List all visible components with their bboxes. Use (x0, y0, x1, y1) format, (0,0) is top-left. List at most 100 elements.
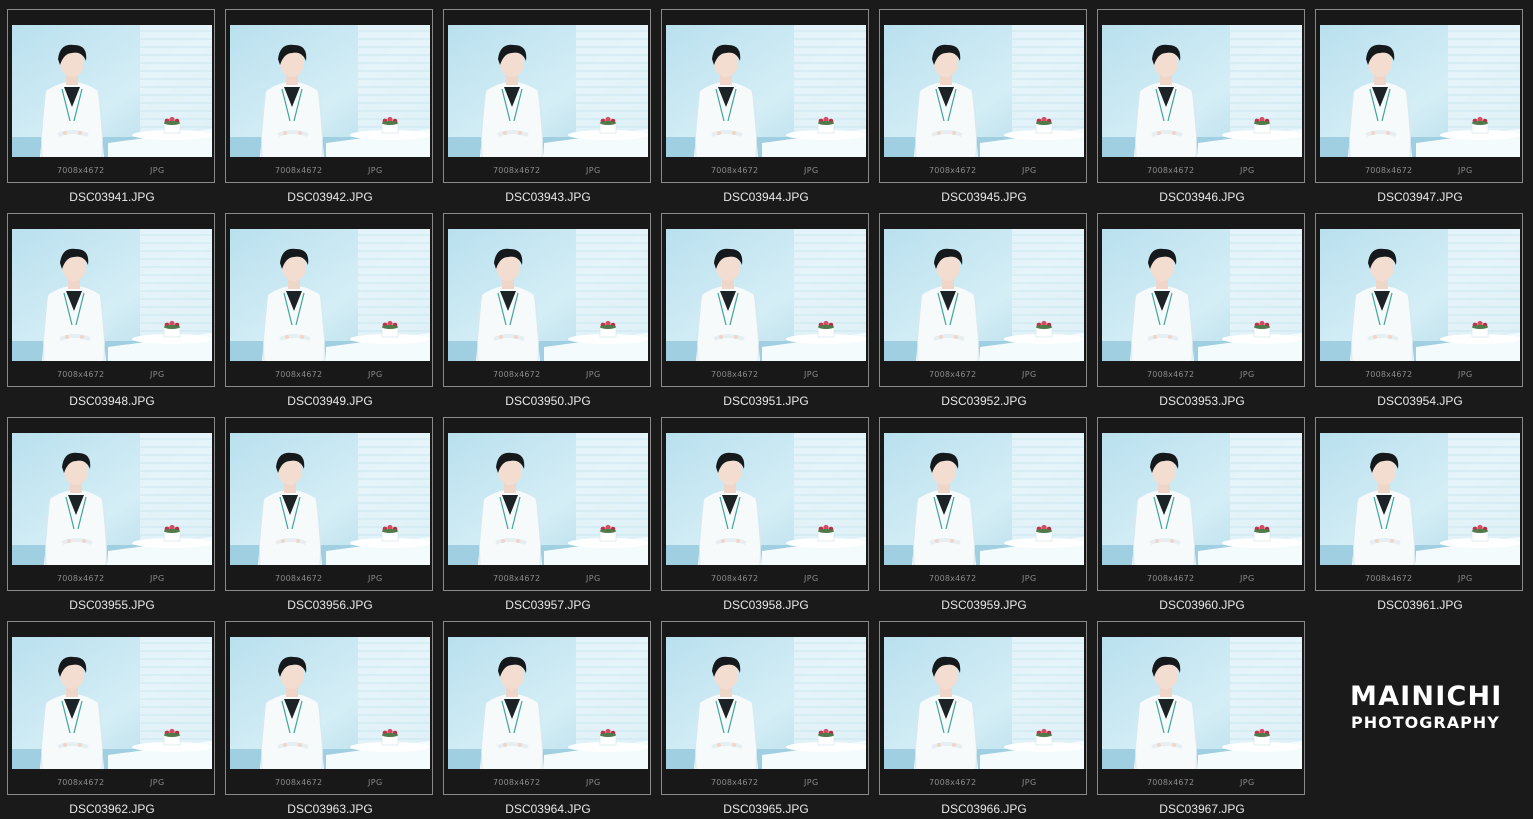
photo-thumbnail[interactable] (1320, 433, 1520, 565)
photo-thumbnail[interactable] (666, 25, 866, 157)
file-name[interactable]: DSC03954.JPG (1315, 394, 1525, 408)
file-name[interactable]: DSC03966.JPG (879, 802, 1089, 816)
file-name[interactable]: DSC03961.JPG (1315, 598, 1525, 612)
photo-thumbnail[interactable] (1102, 433, 1302, 565)
photo-thumbnail[interactable] (884, 25, 1084, 157)
thumbnail-frame[interactable]: 7008x4672 JPG (225, 621, 433, 795)
file-name[interactable]: DSC03963.JPG (225, 802, 435, 816)
file-name[interactable]: DSC03950.JPG (443, 394, 653, 408)
thumbnail-frame[interactable]: 7008x4672 JPG (443, 417, 651, 591)
file-name[interactable]: DSC03959.JPG (879, 598, 1089, 612)
thumbnail-frame[interactable]: 7008x4672 JPG (661, 417, 869, 591)
thumbnail-frame[interactable]: 7008x4672 JPG (225, 9, 433, 183)
file-name[interactable]: DSC03947.JPG (1315, 190, 1525, 204)
thumbnail-frame[interactable]: 7008x4672 JPG (661, 9, 869, 183)
file-thumbnail-item[interactable]: 7008x4672 JPG DSC03959.JPG (872, 408, 1087, 612)
photo-thumbnail[interactable] (12, 229, 212, 361)
thumbnail-frame[interactable]: 7008x4672 JPG (443, 9, 651, 183)
file-thumbnail-item[interactable]: 7008x4672 JPG DSC03943.JPG (436, 0, 651, 204)
file-thumbnail-item[interactable]: 7008x4672 JPG DSC03951.JPG (654, 204, 869, 408)
file-name[interactable]: DSC03942.JPG (225, 190, 435, 204)
thumbnail-frame[interactable]: 7008x4672 JPG (443, 621, 651, 795)
thumbnail-frame[interactable]: 7008x4672 JPG (7, 213, 215, 387)
file-name[interactable]: DSC03960.JPG (1097, 598, 1307, 612)
photo-thumbnail[interactable] (448, 433, 648, 565)
file-thumbnail-item[interactable]: 7008x4672 JPG DSC03966.JPG (872, 612, 1087, 816)
file-name[interactable]: DSC03965.JPG (661, 802, 871, 816)
file-thumbnail-item[interactable]: 7008x4672 JPG DSC03956.JPG (218, 408, 433, 612)
thumbnail-frame[interactable]: 7008x4672 JPG (879, 621, 1087, 795)
photo-thumbnail[interactable] (666, 229, 866, 361)
file-thumbnail-item[interactable]: 7008x4672 JPG DSC03952.JPG (872, 204, 1087, 408)
photo-thumbnail[interactable] (884, 229, 1084, 361)
thumbnail-frame[interactable]: 7008x4672 JPG (225, 417, 433, 591)
file-thumbnail-item[interactable]: 7008x4672 JPG DSC03954.JPG (1308, 204, 1523, 408)
file-thumbnail-item[interactable]: 7008x4672 JPG DSC03958.JPG (654, 408, 869, 612)
photo-thumbnail[interactable] (230, 25, 430, 157)
file-thumbnail-item[interactable]: 7008x4672 JPG DSC03946.JPG (1090, 0, 1305, 204)
file-name[interactable]: DSC03951.JPG (661, 394, 871, 408)
thumbnail-frame[interactable]: 7008x4672 JPG (661, 213, 869, 387)
photo-thumbnail[interactable] (1102, 637, 1302, 769)
file-name[interactable]: DSC03955.JPG (7, 598, 217, 612)
photo-thumbnail[interactable] (884, 433, 1084, 565)
thumbnail-frame[interactable]: 7008x4672 JPG (7, 9, 215, 183)
thumbnail-frame[interactable]: 7008x4672 JPG (879, 417, 1087, 591)
photo-thumbnail[interactable] (230, 229, 430, 361)
thumbnail-frame[interactable]: 7008x4672 JPG (1315, 9, 1523, 183)
thumbnail-frame[interactable]: 7008x4672 JPG (879, 9, 1087, 183)
thumbnail-frame[interactable]: 7008x4672 JPG (1097, 417, 1305, 591)
file-thumbnail-item[interactable]: 7008x4672 JPG DSC03964.JPG (436, 612, 651, 816)
file-thumbnail-item[interactable]: 7008x4672 JPG DSC03961.JPG (1308, 408, 1523, 612)
file-name[interactable]: DSC03953.JPG (1097, 394, 1307, 408)
photo-thumbnail[interactable] (12, 637, 212, 769)
file-name[interactable]: DSC03952.JPG (879, 394, 1089, 408)
photo-thumbnail[interactable] (448, 25, 648, 157)
photo-thumbnail[interactable] (1320, 25, 1520, 157)
file-thumbnail-item[interactable]: 7008x4672 JPG DSC03941.JPG (0, 0, 215, 204)
photo-thumbnail[interactable] (666, 433, 866, 565)
file-name[interactable]: DSC03941.JPG (7, 190, 217, 204)
file-thumbnail-item[interactable]: 7008x4672 JPG DSC03953.JPG (1090, 204, 1305, 408)
file-name[interactable]: DSC03958.JPG (661, 598, 871, 612)
file-thumbnail-item[interactable]: 7008x4672 JPG DSC03960.JPG (1090, 408, 1305, 612)
thumbnail-frame[interactable]: 7008x4672 JPG (879, 213, 1087, 387)
file-thumbnail-item[interactable]: 7008x4672 JPG DSC03965.JPG (654, 612, 869, 816)
file-thumbnail-item[interactable]: 7008x4672 JPG DSC03967.JPG (1090, 612, 1305, 816)
file-thumbnail-item[interactable]: 7008x4672 JPG DSC03942.JPG (218, 0, 433, 204)
photo-thumbnail[interactable] (1102, 229, 1302, 361)
file-name[interactable]: DSC03964.JPG (443, 802, 653, 816)
file-thumbnail-item[interactable]: 7008x4672 JPG DSC03950.JPG (436, 204, 651, 408)
file-name[interactable]: DSC03943.JPG (443, 190, 653, 204)
file-thumbnail-item[interactable]: 7008x4672 JPG DSC03962.JPG (0, 612, 215, 816)
thumbnail-frame[interactable]: 7008x4672 JPG (1315, 417, 1523, 591)
file-name[interactable]: DSC03948.JPG (7, 394, 217, 408)
file-thumbnail-item[interactable]: 7008x4672 JPG DSC03947.JPG (1308, 0, 1523, 204)
photo-thumbnail[interactable] (448, 637, 648, 769)
photo-thumbnail[interactable] (666, 637, 866, 769)
thumbnail-frame[interactable]: 7008x4672 JPG (443, 213, 651, 387)
thumbnail-frame[interactable]: 7008x4672 JPG (7, 621, 215, 795)
photo-thumbnail[interactable] (1102, 25, 1302, 157)
file-name[interactable]: DSC03967.JPG (1097, 802, 1307, 816)
file-name[interactable]: DSC03946.JPG (1097, 190, 1307, 204)
file-name[interactable]: DSC03944.JPG (661, 190, 871, 204)
thumbnail-frame[interactable]: 7008x4672 JPG (661, 621, 869, 795)
file-thumbnail-item[interactable]: 7008x4672 JPG DSC03955.JPG (0, 408, 215, 612)
file-name[interactable]: DSC03945.JPG (879, 190, 1089, 204)
thumbnail-frame[interactable]: 7008x4672 JPG (1315, 213, 1523, 387)
thumbnail-frame[interactable]: 7008x4672 JPG (7, 417, 215, 591)
photo-thumbnail[interactable] (1320, 229, 1520, 361)
photo-thumbnail[interactable] (12, 433, 212, 565)
photo-thumbnail[interactable] (448, 229, 648, 361)
file-name[interactable]: DSC03949.JPG (225, 394, 435, 408)
file-thumbnail-item[interactable]: 7008x4672 JPG DSC03957.JPG (436, 408, 651, 612)
thumbnail-frame[interactable]: 7008x4672 JPG (1097, 621, 1305, 795)
photo-thumbnail[interactable] (230, 637, 430, 769)
photo-thumbnail[interactable] (230, 433, 430, 565)
file-thumbnail-item[interactable]: 7008x4672 JPG DSC03963.JPG (218, 612, 433, 816)
photo-thumbnail[interactable] (12, 25, 212, 157)
file-name[interactable]: DSC03962.JPG (7, 802, 217, 816)
thumbnail-frame[interactable]: 7008x4672 JPG (1097, 9, 1305, 183)
thumbnail-frame[interactable]: 7008x4672 JPG (1097, 213, 1305, 387)
